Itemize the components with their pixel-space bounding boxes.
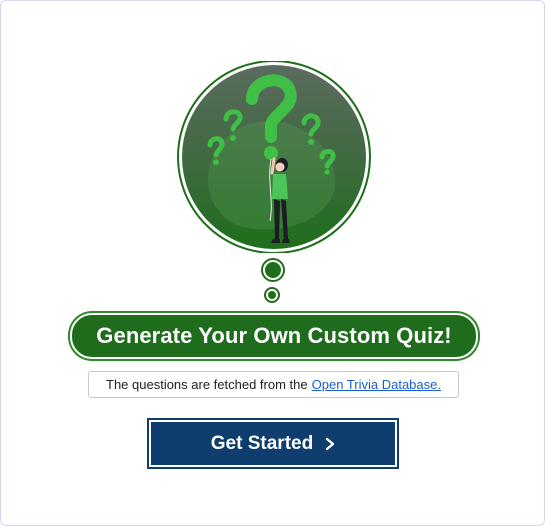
get-started-label: Get Started — [210, 432, 314, 454]
question-marks-person-icon — [177, 61, 371, 253]
page-title-text: Generate Your Own Custom Quiz! — [96, 323, 452, 348]
open-trivia-database-link[interactable]: Open Trivia Database. — [312, 377, 441, 392]
get-started-button[interactable]: Get Started — [149, 420, 397, 467]
page-frame: Generate Your Own Custom Quiz! The quest… — [0, 0, 545, 526]
thought-bubble-large — [263, 260, 283, 280]
thought-bubble-small — [266, 289, 278, 301]
source-info: The questions are fetched from the Open … — [88, 371, 459, 398]
source-info-text: The questions are fetched from the — [106, 377, 308, 392]
page-title: Generate Your Own Custom Quiz! — [70, 313, 478, 359]
chevron-right-icon — [326, 437, 335, 450]
